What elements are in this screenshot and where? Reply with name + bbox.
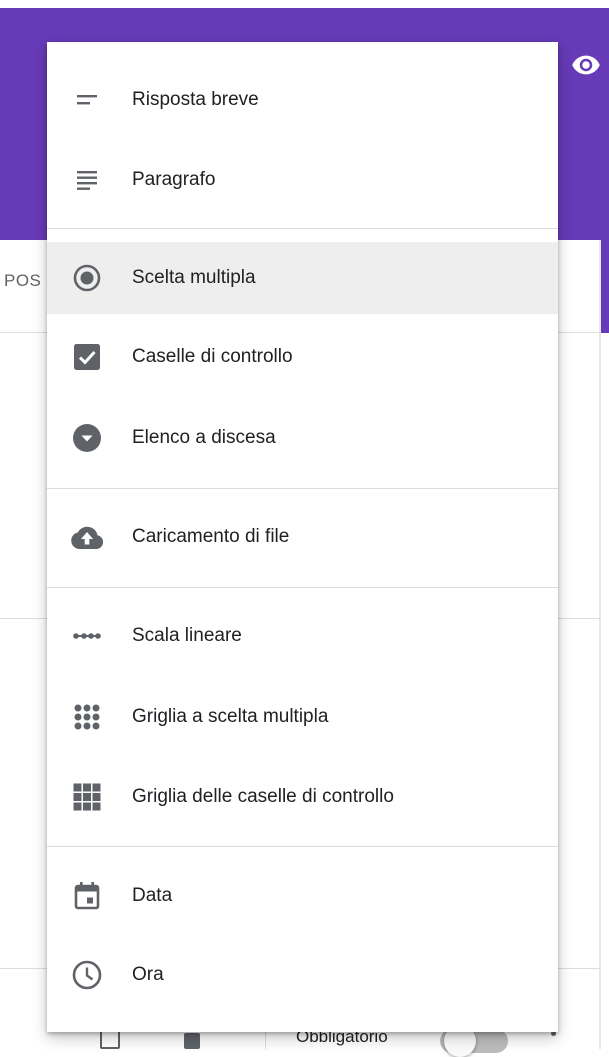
- checkbox-grid-icon: [69, 779, 105, 815]
- menu-item-radio-grid[interactable]: Griglia a scelta multipla: [47, 681, 558, 753]
- menu-item-multiple-choice[interactable]: Scelta multipla: [47, 242, 558, 314]
- menu-item-paragraph[interactable]: Paragrafo: [47, 144, 558, 216]
- menu-item-label: Scelta multipla: [132, 267, 256, 288]
- linear-scale-icon: [69, 618, 105, 654]
- menu-item-label: Elenco a discesa: [132, 427, 276, 448]
- eye-icon[interactable]: [568, 50, 604, 80]
- menu-item-short-answer[interactable]: Risposta breve: [47, 64, 558, 136]
- menu-item-label: Paragrafo: [132, 169, 216, 190]
- trash-icon[interactable]: [184, 1033, 200, 1049]
- calendar-icon: [69, 878, 105, 914]
- clock-icon: [69, 957, 105, 993]
- tab-label-partial: POS: [4, 271, 42, 290]
- menu-item-time[interactable]: Ora: [47, 939, 558, 1011]
- menu-item-checkbox-grid[interactable]: Griglia delle caselle di controllo: [47, 761, 558, 833]
- menu-separator: [47, 846, 558, 847]
- menu-item-file-upload[interactable]: Caricamento di file: [47, 501, 558, 573]
- menu-item-date[interactable]: Data: [47, 860, 558, 932]
- menu-item-label: Caricamento di file: [132, 526, 290, 547]
- radio-button-icon: [69, 260, 105, 296]
- menu-item-dropdown[interactable]: Elenco a discesa: [47, 402, 558, 474]
- menu-separator: [47, 587, 558, 588]
- card-border: [599, 240, 601, 1049]
- menu-item-label: Data: [132, 885, 173, 906]
- menu-item-label: Risposta breve: [132, 89, 259, 110]
- dropdown-icon: [69, 420, 105, 456]
- cloud-upload-icon: [69, 519, 105, 555]
- menu-item-label: Ora: [132, 964, 164, 985]
- menu-item-label: Griglia a scelta multipla: [132, 706, 329, 727]
- question-type-menu: Risposta breve Paragrafo Scelta multipla…: [47, 42, 558, 1032]
- menu-item-label: Griglia delle caselle di controllo: [132, 786, 394, 807]
- paragraph-icon: [69, 162, 105, 198]
- menu-item-label: Caselle di controllo: [132, 346, 293, 367]
- menu-separator: [47, 228, 558, 229]
- menu-item-label: Scala lineare: [132, 625, 242, 646]
- radio-grid-icon: [69, 699, 105, 735]
- menu-item-checkboxes[interactable]: Caselle di controllo: [47, 321, 558, 393]
- short-answer-icon: [69, 82, 105, 118]
- menu-separator: [47, 488, 558, 489]
- copy-icon[interactable]: [100, 1029, 120, 1049]
- checkbox-icon: [69, 339, 105, 375]
- menu-item-linear-scale[interactable]: Scala lineare: [47, 600, 558, 672]
